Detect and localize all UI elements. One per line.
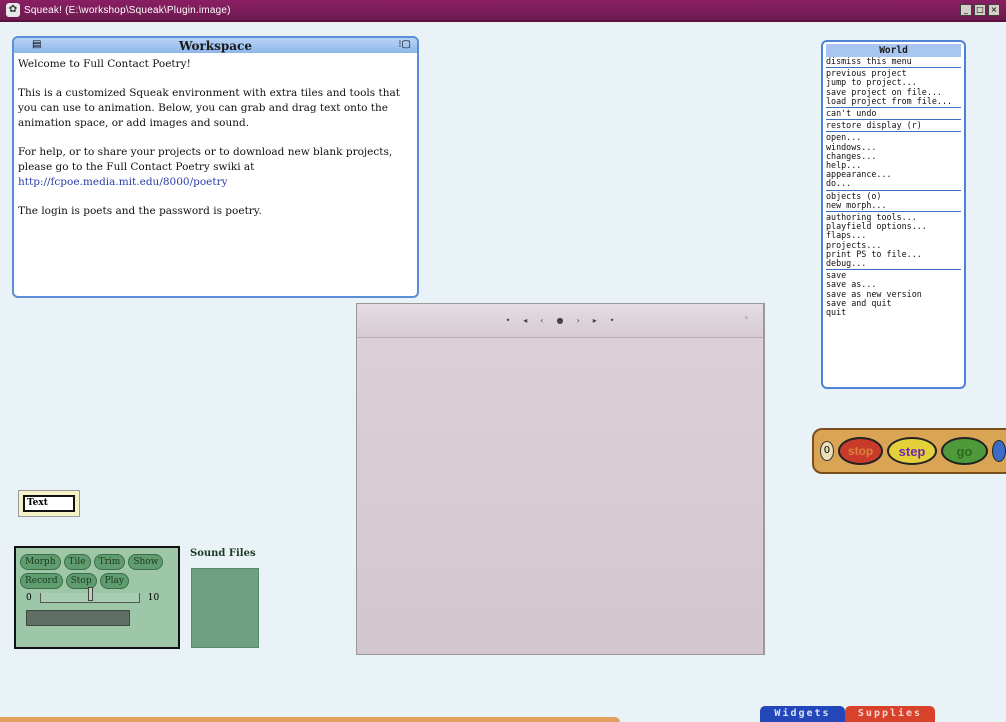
control-bar-end-handle[interactable] bbox=[992, 440, 1006, 462]
animation-canvas[interactable]: • ◂ ‹ ● › ▸ • ◦ bbox=[356, 303, 765, 655]
slider-min-label: 0 bbox=[26, 593, 32, 603]
step-button[interactable]: step bbox=[887, 437, 937, 465]
supplies-flap-tab[interactable]: Supplies bbox=[845, 706, 935, 722]
slider-max-label: 10 bbox=[147, 593, 160, 603]
sound-readout-bar bbox=[26, 610, 130, 626]
workspace-text[interactable]: Welcome to Full Contact Poetry! This is … bbox=[14, 53, 417, 237]
canvas-rewind-icon[interactable]: • bbox=[506, 316, 511, 325]
canvas-play-icon[interactable]: ● bbox=[557, 316, 564, 325]
world-menu-item[interactable]: dismiss this menu bbox=[826, 56, 961, 66]
canvas-drawing-area[interactable] bbox=[357, 338, 763, 654]
world-menu-item[interactable]: save and quit bbox=[826, 298, 961, 308]
world-menu-items: dismiss this menu previous project jump to… bbox=[826, 56, 961, 317]
world-menu-item[interactable]: new morph... bbox=[826, 200, 961, 210]
window-title: Squeak! (E:\workshop\Squeak\Plugin.image… bbox=[24, 4, 231, 16]
workspace-window[interactable]: ▤ Workspace ⁝▢ Welcome to Full Contact P… bbox=[12, 36, 419, 298]
record-tile-button[interactable]: Record bbox=[20, 573, 63, 589]
world-menu-separator bbox=[826, 269, 961, 271]
canvas-first-frame-icon[interactable]: ◂ bbox=[523, 316, 527, 325]
go-button[interactable]: go bbox=[940, 437, 989, 465]
volume-slider[interactable] bbox=[39, 587, 140, 603]
close-button[interactable]: × bbox=[988, 4, 1000, 16]
window-controls: _ □ × bbox=[960, 4, 1000, 16]
window-menu-icon[interactable]: ▤ bbox=[32, 39, 41, 50]
swiki-link[interactable]: http://fcpoe.media.mit.edu/8000/poetry bbox=[18, 176, 228, 188]
canvas-next-frame-icon[interactable]: › bbox=[576, 316, 579, 325]
world-menu-item[interactable]: restore display (r) bbox=[826, 121, 961, 130]
workspace-paragraph-intro: This is a customized Squeak environment … bbox=[18, 87, 400, 129]
squeak-app-icon: ✿ bbox=[6, 3, 20, 17]
volume-slider-row: 0 10 bbox=[26, 587, 174, 603]
minimize-button[interactable]: _ bbox=[960, 4, 972, 16]
canvas-settings-icon[interactable]: ◦ bbox=[744, 314, 749, 324]
sound-files-box[interactable] bbox=[191, 568, 259, 648]
canvas-last-frame-icon[interactable]: ▸ bbox=[593, 316, 597, 325]
workspace-help-text: For help, or to share your projects or t… bbox=[18, 146, 393, 173]
window-title-bar[interactable]: ✿ Squeak! (E:\workshop\Squeak\Plugin.ima… bbox=[0, 0, 1006, 22]
workspace-title-bar[interactable]: ▤ Workspace ⁝▢ bbox=[14, 38, 417, 53]
world-menu-item[interactable]: can't undo bbox=[826, 108, 961, 118]
world-menu-item[interactable]: debug... bbox=[826, 258, 961, 268]
flap-row-1: Morph Tile Trim Show bbox=[20, 554, 174, 570]
canvas-record-icon[interactable]: • bbox=[610, 316, 615, 325]
slider-thumb[interactable] bbox=[87, 587, 93, 601]
sound-files-label: Sound Files bbox=[190, 548, 256, 559]
canvas-prev-frame-icon[interactable]: ‹ bbox=[540, 316, 543, 325]
tools-flap: Morph Tile Trim Show Record Stop Play 0 … bbox=[14, 546, 180, 649]
world-menu: World dismiss this menu previous project j… bbox=[821, 40, 966, 389]
text-tile[interactable]: Text bbox=[18, 490, 80, 517]
world-menu-item[interactable]: do... bbox=[826, 179, 961, 188]
workspace-paragraph-welcome: Welcome to Full Contact Poetry! bbox=[18, 58, 191, 70]
workspace-paragraph-login: The login is poets and the password is p… bbox=[18, 205, 262, 217]
collapse-expand-icon[interactable]: ⁝▢ bbox=[398, 39, 411, 50]
widgets-flap-tab[interactable]: Widgets bbox=[760, 706, 845, 722]
text-tile-label: Text bbox=[23, 495, 75, 512]
maximize-button[interactable]: □ bbox=[974, 4, 986, 16]
control-counter[interactable]: 0 bbox=[820, 441, 834, 461]
tile-tile-button[interactable]: Tile bbox=[63, 554, 91, 570]
show-tile-button[interactable]: Show bbox=[128, 554, 164, 570]
stop-button[interactable]: stop bbox=[837, 437, 884, 465]
bottom-left-flap-tab[interactable] bbox=[0, 717, 620, 722]
workspace-title: Workspace bbox=[178, 38, 252, 53]
flap-row-2: Record Stop Play bbox=[20, 573, 174, 589]
world-menu-item[interactable]: quit bbox=[826, 307, 961, 317]
canvas-toolbar: • ◂ ‹ ● › ▸ • ◦ bbox=[357, 304, 763, 338]
trim-tile-button[interactable]: Trim bbox=[93, 554, 126, 570]
playback-control-bar: 0 stop step go bbox=[812, 428, 1006, 474]
morph-tile-button[interactable]: Morph bbox=[20, 554, 61, 570]
workspace-paragraph-help: For help, or to share your projects or t… bbox=[18, 145, 413, 190]
play-tile-button[interactable]: Play bbox=[99, 573, 129, 589]
world-menu-item[interactable]: load project from file... bbox=[826, 96, 961, 106]
